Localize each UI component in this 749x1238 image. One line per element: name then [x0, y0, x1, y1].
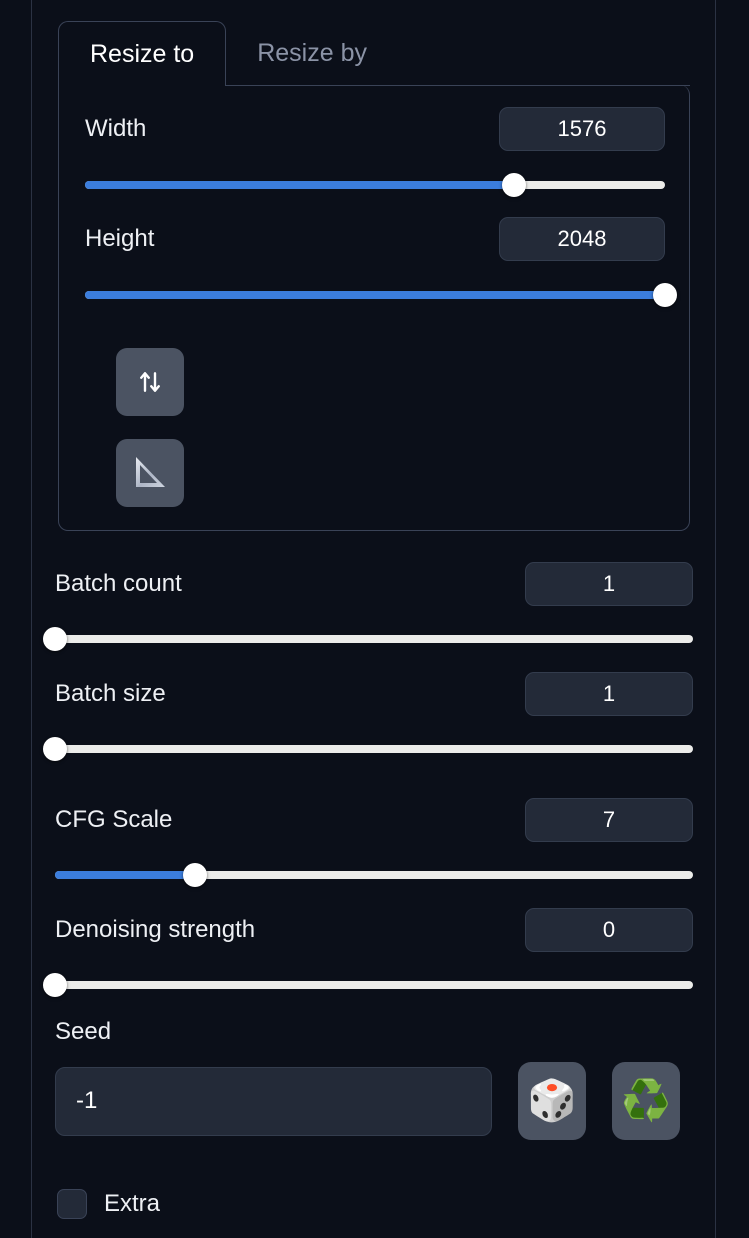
batch-size-header: Batch size 1: [55, 672, 693, 716]
batch-count-slider[interactable]: [43, 627, 693, 651]
height-slider[interactable]: [85, 283, 677, 307]
seed-header: Seed: [55, 1018, 693, 1046]
width-field-header: Width 1576: [85, 107, 665, 151]
tab-resize-to[interactable]: Resize to: [58, 21, 227, 86]
width-label: Width: [85, 115, 147, 142]
cfg-scale-slider-fill: [55, 871, 196, 879]
recycle-seed-button[interactable]: ♻️: [612, 1062, 680, 1140]
batch-size-slider-track: [55, 745, 693, 753]
seed-controls-row: -1 🎲 ♻️: [55, 1062, 693, 1140]
height-label: Height: [85, 225, 155, 252]
width-slider-fill: [85, 181, 515, 189]
batch-count-header: Batch count 1: [55, 562, 693, 606]
right-divider-rule: [715, 0, 716, 1238]
settings-column: Resize to Resize by Width 1576 Height 20…: [32, 0, 715, 1238]
batch-size-slider[interactable]: [43, 737, 693, 761]
swap-arrows-icon: [140, 372, 160, 392]
seed-input[interactable]: -1: [55, 1066, 492, 1136]
seed-field: Seed -1 🎲 ♻️: [55, 1018, 693, 1140]
aspect-ratio-button[interactable]: [116, 439, 184, 507]
batch-size-slider-thumb[interactable]: [43, 737, 67, 761]
extra-checkbox[interactable]: [57, 1189, 87, 1219]
resize-to-panel: Width 1576 Height 2048: [58, 85, 690, 531]
denoising-strength-slider-thumb[interactable]: [43, 973, 67, 997]
extra-checkbox-row[interactable]: Extra: [57, 1189, 160, 1219]
height-input[interactable]: 2048: [499, 217, 665, 261]
denoising-strength-input[interactable]: 0: [525, 908, 693, 952]
cfg-scale-field: CFG Scale 7: [55, 798, 693, 887]
swap-dimensions-button[interactable]: [116, 348, 184, 416]
width-slider[interactable]: [85, 173, 665, 197]
batch-count-slider-thumb[interactable]: [43, 627, 67, 651]
cfg-scale-slider[interactable]: [55, 863, 693, 887]
seed-label: Seed: [55, 1018, 112, 1045]
batch-count-label: Batch count: [55, 570, 182, 597]
denoising-strength-label: Denoising strength: [55, 916, 256, 943]
random-seed-button[interactable]: 🎲: [518, 1062, 586, 1140]
tab-resize-by[interactable]: Resize by: [226, 21, 398, 86]
batch-size-label: Batch size: [55, 680, 166, 707]
cfg-scale-header: CFG Scale 7: [55, 798, 693, 842]
batch-size-field: Batch size 1: [43, 672, 693, 761]
batch-count-slider-track: [55, 635, 693, 643]
denoising-strength-slider-track: [55, 981, 693, 989]
set-square-ruler-icon: [136, 457, 165, 487]
denoising-strength-slider[interactable]: [43, 973, 693, 997]
height-field: Height 2048: [85, 217, 677, 307]
resize-mode-tabs: Resize to Resize by: [58, 21, 690, 86]
cfg-scale-slider-thumb[interactable]: [183, 863, 208, 887]
cfg-scale-input[interactable]: 7: [525, 798, 693, 842]
batch-count-input[interactable]: 1: [525, 562, 693, 606]
denoising-strength-field: Denoising strength 0: [43, 908, 693, 997]
batch-count-field: Batch count 1: [43, 562, 693, 651]
height-slider-fill: [85, 291, 665, 299]
height-field-header: Height 2048: [85, 217, 665, 261]
width-input[interactable]: 1576: [499, 107, 665, 151]
tabstrip-filler: [397, 21, 690, 86]
width-field: Width 1576: [85, 107, 665, 197]
batch-size-input[interactable]: 1: [525, 672, 693, 716]
cfg-scale-label: CFG Scale: [55, 806, 173, 833]
width-slider-thumb[interactable]: [502, 173, 527, 197]
denoising-strength-header: Denoising strength 0: [55, 908, 693, 952]
height-slider-thumb[interactable]: [653, 283, 677, 307]
extra-label: Extra: [104, 1190, 161, 1217]
